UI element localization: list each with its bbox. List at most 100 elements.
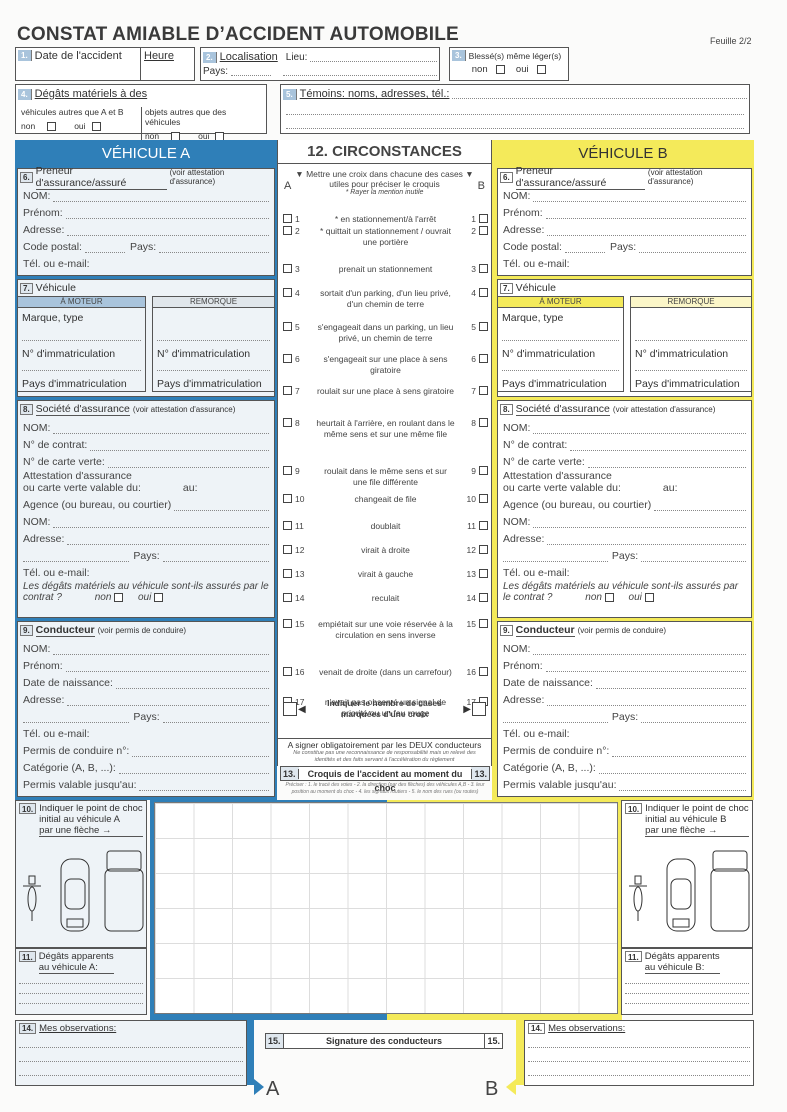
contract-field[interactable] <box>90 442 269 451</box>
circumstance-a-checkbox[interactable] <box>283 593 292 602</box>
address-field[interactable] <box>547 227 746 236</box>
agency-field[interactable] <box>654 502 746 511</box>
damage-insured-yes-checkbox[interactable] <box>154 592 164 602</box>
circumstance-b-checkbox[interactable] <box>479 545 488 554</box>
licence-valid-field[interactable] <box>619 782 746 791</box>
damage-field-1[interactable] <box>19 974 143 984</box>
postal-field[interactable] <box>564 244 605 253</box>
driver-country-field[interactable] <box>641 714 747 723</box>
circumstance-a-checkbox[interactable] <box>283 545 292 554</box>
agency-address-field-2[interactable] <box>503 553 608 562</box>
agency-country-field[interactable] <box>162 553 270 562</box>
observations-field-1[interactable] <box>528 1034 750 1048</box>
agency-address-field-2[interactable] <box>23 553 130 562</box>
circumstance-b-checkbox[interactable] <box>479 214 488 223</box>
damage-insured-yes-checkbox[interactable] <box>644 592 654 602</box>
damage-field-3[interactable] <box>19 994 143 1004</box>
witnesses-field-1[interactable] <box>452 90 747 99</box>
insurer-name-field[interactable] <box>533 425 746 434</box>
circumstance-a-checkbox[interactable] <box>283 494 292 503</box>
witnesses-field-2[interactable] <box>286 101 744 115</box>
circumstance-b-checkbox[interactable] <box>479 569 488 578</box>
vehicle-b-diagram[interactable] <box>625 841 751 941</box>
driver-firstname-field[interactable] <box>65 663 269 672</box>
driver-address-field[interactable] <box>547 697 746 706</box>
driver-country-field[interactable] <box>162 714 270 723</box>
witnesses-field-3[interactable] <box>286 115 744 129</box>
circumstance-a-checkbox[interactable] <box>283 521 292 530</box>
observations-field-1[interactable] <box>19 1034 243 1048</box>
driver-address-field[interactable] <box>67 697 269 706</box>
time-field[interactable]: Heure <box>141 48 177 80</box>
country-field[interactable] <box>231 67 272 76</box>
driver-address-field-2[interactable] <box>23 714 130 723</box>
place-field-2[interactable] <box>283 67 437 76</box>
circumstance-a-checkbox[interactable] <box>283 214 292 223</box>
observations-field-2[interactable] <box>528 1048 750 1062</box>
circumstance-b-checkbox[interactable] <box>479 288 488 297</box>
circumstance-a-checkbox[interactable] <box>283 386 292 395</box>
injured-no-checkbox[interactable] <box>496 64 506 74</box>
circumstance-b-checkbox[interactable] <box>479 386 488 395</box>
circumstance-b-checkbox[interactable] <box>479 418 488 427</box>
driver-name-field[interactable] <box>533 646 746 655</box>
circumstance-a-checkbox[interactable] <box>283 619 292 628</box>
damage-insured-no-checkbox[interactable] <box>604 592 614 602</box>
driver-name-field[interactable] <box>53 646 269 655</box>
count-b-box[interactable] <box>472 702 486 716</box>
driver-address-field-2[interactable] <box>503 714 608 723</box>
address-field[interactable] <box>67 227 269 236</box>
agency-address-field[interactable] <box>547 536 746 545</box>
agency-name-field[interactable] <box>533 519 746 528</box>
circumstance-a-checkbox[interactable] <box>283 264 292 273</box>
driver-birth-field[interactable] <box>115 680 269 689</box>
circumstance-b-checkbox[interactable] <box>479 466 488 475</box>
circumstance-b-checkbox[interactable] <box>479 322 488 331</box>
vehicle-a-diagram[interactable] <box>19 841 145 941</box>
postal-field[interactable] <box>84 244 125 253</box>
circumstance-a-checkbox[interactable] <box>283 569 292 578</box>
category-field[interactable] <box>118 765 269 774</box>
firstname-field[interactable] <box>545 210 746 219</box>
agency-country-field[interactable] <box>641 553 747 562</box>
damage-field-1[interactable] <box>625 974 749 984</box>
circumstance-b-checkbox[interactable] <box>479 619 488 628</box>
damage-insured-no-checkbox[interactable] <box>114 592 124 602</box>
vehicles-yes-checkbox[interactable] <box>91 122 101 132</box>
place-field[interactable] <box>310 53 437 62</box>
circumstance-b-checkbox[interactable] <box>479 667 488 676</box>
observations-field-3[interactable] <box>19 1062 243 1076</box>
circumstance-b-checkbox[interactable] <box>479 521 488 530</box>
observations-field-2[interactable] <box>19 1048 243 1062</box>
injured-yes-checkbox[interactable] <box>537 64 547 74</box>
circumstance-a-checkbox[interactable] <box>283 322 292 331</box>
country-field[interactable] <box>639 244 746 253</box>
green-card-field[interactable] <box>587 459 746 468</box>
vehicles-no-checkbox[interactable] <box>47 122 57 132</box>
driver-firstname-field[interactable] <box>545 663 746 672</box>
firstname-field[interactable] <box>65 210 269 219</box>
driver-birth-field[interactable] <box>595 680 746 689</box>
circumstance-b-checkbox[interactable] <box>479 226 488 235</box>
circumstance-b-checkbox[interactable] <box>479 264 488 273</box>
agency-name-field[interactable] <box>53 519 269 528</box>
category-field[interactable] <box>598 765 746 774</box>
circumstance-a-checkbox[interactable] <box>283 466 292 475</box>
name-field[interactable] <box>53 193 269 202</box>
licence-field[interactable] <box>612 748 746 757</box>
contract-field[interactable] <box>570 442 746 451</box>
circumstance-a-checkbox[interactable] <box>283 226 292 235</box>
circumstance-b-checkbox[interactable] <box>479 494 488 503</box>
circumstance-b-checkbox[interactable] <box>479 593 488 602</box>
licence-field[interactable] <box>132 748 269 757</box>
count-a-box[interactable] <box>283 702 297 716</box>
sketch-area[interactable] <box>154 802 618 1014</box>
damage-field-2[interactable] <box>19 984 143 994</box>
circumstance-a-checkbox[interactable] <box>283 667 292 676</box>
damage-field-3[interactable] <box>625 994 749 1004</box>
damage-field-2[interactable] <box>625 984 749 994</box>
agency-field[interactable] <box>174 502 269 511</box>
name-field[interactable] <box>533 193 746 202</box>
circumstance-b-checkbox[interactable] <box>479 354 488 363</box>
circumstance-a-checkbox[interactable] <box>283 354 292 363</box>
